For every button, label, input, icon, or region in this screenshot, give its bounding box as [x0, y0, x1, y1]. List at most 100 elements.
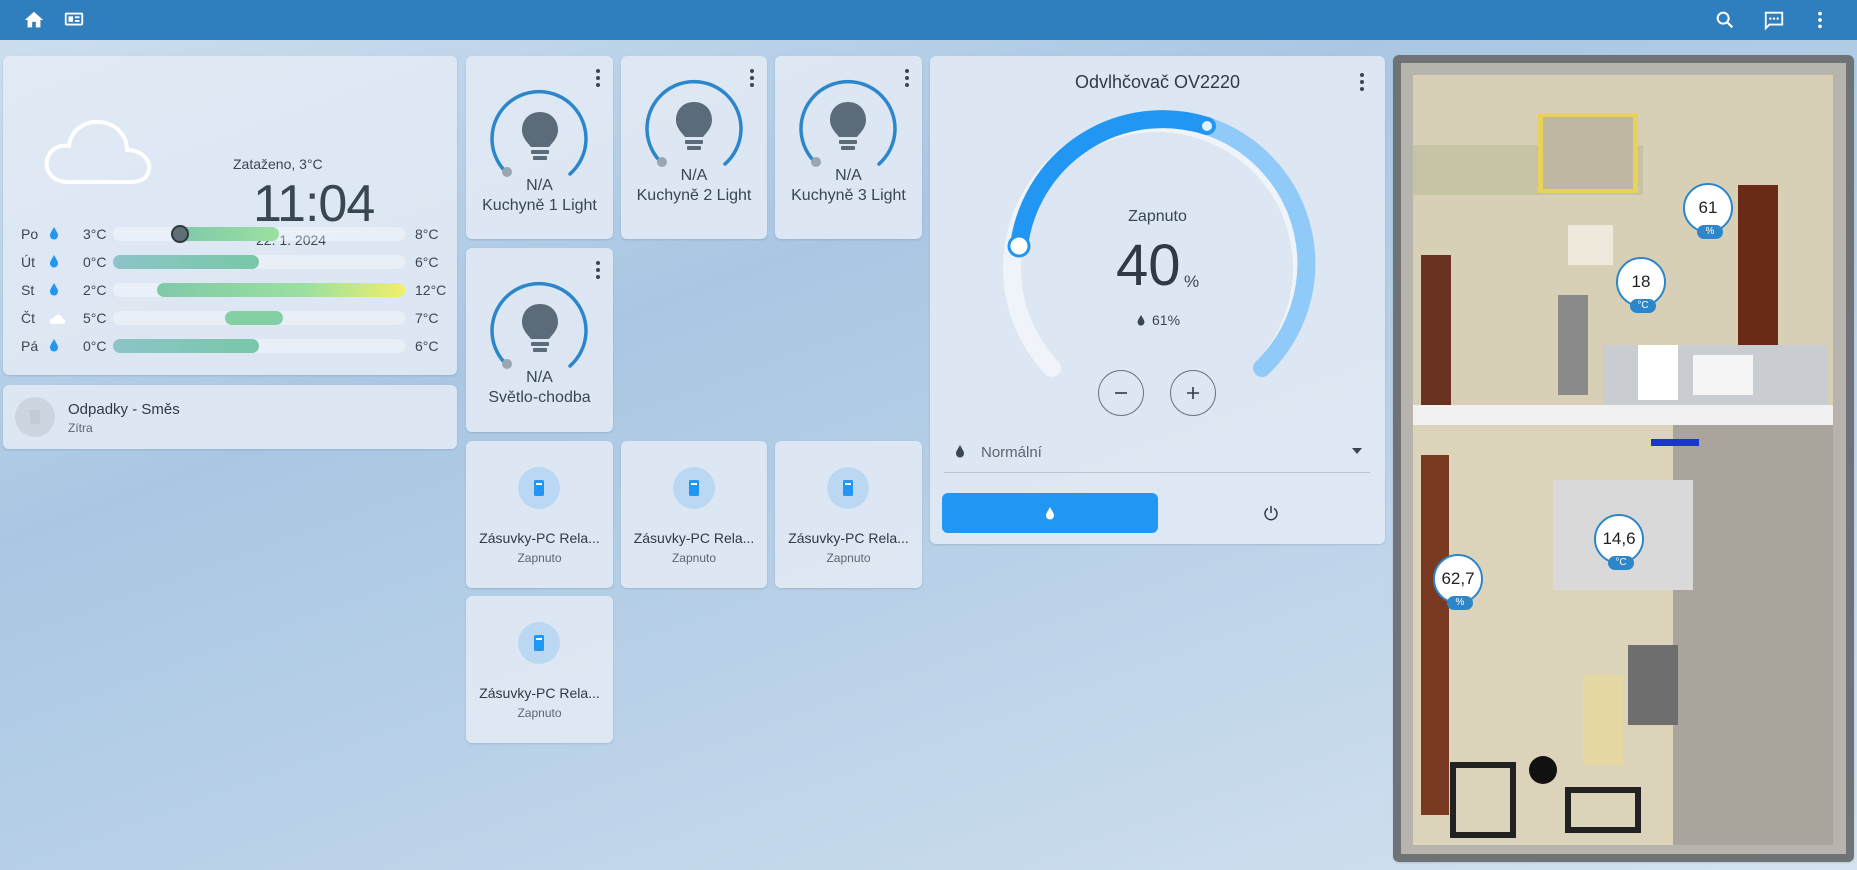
plus-icon	[1187, 387, 1199, 399]
assist-chat-icon[interactable]	[1762, 8, 1786, 32]
sensor-unit: °C	[1608, 556, 1634, 570]
sensor-unit: °C	[1630, 299, 1656, 313]
current-temperature-marker	[171, 225, 189, 243]
more-options-icon[interactable]	[595, 260, 601, 280]
forecast-day: Pá	[21, 338, 39, 354]
temperature-sensor-badge[interactable]: 14,6 °C	[1594, 514, 1644, 570]
power-socket-icon	[827, 467, 869, 509]
dehumidify-mode-button[interactable]	[942, 493, 1158, 533]
light-state: N/A	[526, 177, 553, 194]
forecast-high: 6°C	[415, 338, 439, 354]
light-tile[interactable]: N/A Kuchyně 2 Light	[621, 56, 767, 239]
light-state: N/A	[835, 167, 862, 184]
cloud-icon	[49, 312, 67, 328]
floorplan-image	[1401, 63, 1846, 854]
switch-name: Zásuvky-PC Rela...	[479, 530, 600, 546]
sensor-value: 61	[1698, 198, 1718, 217]
forecast-row: Pá 0°C 6°C	[21, 336, 451, 356]
power-button[interactable]	[1170, 493, 1372, 533]
waste-collection-card[interactable]: Odpadky - Směs Zítra	[3, 385, 457, 449]
weather-condition: Zataženo, 3°C	[233, 156, 323, 172]
rain-drop-icon	[49, 338, 59, 355]
forecast-high: 12°C	[415, 282, 447, 298]
switch-tile[interactable]: Zásuvky-PC Rela... Zapnuto	[466, 596, 613, 743]
trash-can-icon	[15, 397, 55, 437]
cloud-icon	[44, 119, 152, 184]
increase-button[interactable]	[1170, 370, 1216, 416]
forecast-low: 0°C	[83, 338, 107, 354]
search-icon[interactable]	[1713, 8, 1737, 32]
forecast-row: St 2°C 12°C	[21, 280, 451, 300]
temperature-range-bar	[113, 311, 405, 325]
dropdown-arrow-icon	[1352, 448, 1362, 454]
switch-name: Zásuvky-PC Rela...	[788, 530, 909, 546]
forecast-day: Po	[21, 226, 39, 242]
light-name: Kuchyně 1 Light	[482, 197, 597, 214]
light-state: N/A	[526, 369, 553, 386]
light-tile[interactable]: N/A Světlo-chodba	[466, 248, 613, 432]
forecast-row: Út 0°C 6°C	[21, 252, 451, 272]
temperature-sensor-badge[interactable]: 18 °C	[1616, 257, 1666, 313]
slider-handle[interactable]	[1007, 234, 1031, 258]
switch-state: Zapnuto	[517, 706, 562, 720]
sensor-value: 62,7	[1441, 569, 1475, 588]
dehumidifier-state: Zapnuto	[1128, 208, 1187, 225]
forecast-day: Út	[21, 254, 35, 270]
water-percent-icon	[956, 445, 964, 458]
power-socket-icon	[518, 467, 560, 509]
switch-tile[interactable]: Zásuvky-PC Rela... Zapnuto	[466, 441, 613, 588]
dehumidifier-card: Odvlhčovač OV2220 Zapnuto 40 % 61% Normá…	[930, 56, 1385, 544]
decrease-button[interactable]	[1098, 370, 1144, 416]
rain-drop-icon	[49, 226, 59, 243]
switch-tile[interactable]: Zásuvky-PC Rela... Zapnuto	[621, 441, 767, 588]
waste-title: Odpadky - Směs	[68, 401, 180, 418]
rain-drop-icon	[49, 254, 59, 271]
lightbulb-icon	[522, 304, 558, 352]
sensor-unit: %	[1447, 596, 1473, 610]
light-name: Kuchyně 3 Light	[791, 187, 906, 204]
humidity-sensor-badge[interactable]: 62,7 %	[1433, 554, 1483, 610]
switch-name: Zásuvky-PC Rela...	[479, 685, 600, 701]
sensor-value: 18	[1631, 272, 1651, 291]
switch-state: Zapnuto	[826, 551, 871, 565]
forecast-day: St	[21, 282, 35, 298]
forecast-low: 5°C	[83, 310, 107, 326]
switch-state: Zapnuto	[671, 551, 717, 565]
switch-tile[interactable]: Zásuvky-PC Rela... Zapnuto	[775, 441, 922, 588]
switch-state: Zapnuto	[517, 551, 562, 565]
forecast-high: 7°C	[415, 310, 439, 326]
mode-select[interactable]: Normální	[944, 434, 1370, 473]
current-humidity: 61%	[1136, 312, 1180, 328]
light-name: Kuchyně 2 Light	[636, 187, 752, 204]
sensor-value: 14,6	[1602, 529, 1636, 548]
more-options-icon[interactable]	[749, 68, 755, 88]
light-name: Světlo-chodba	[488, 389, 591, 406]
light-tile[interactable]: N/A Kuchyně 3 Light	[775, 56, 922, 239]
overflow-menu-icon[interactable]	[1808, 8, 1832, 32]
forecast-row: Po 3°C 8°C	[21, 224, 451, 244]
forecast-day: Čt	[21, 310, 35, 326]
current-humidity-value: 61%	[1152, 312, 1181, 328]
home-icon[interactable]	[22, 8, 46, 32]
waste-subtitle: Zítra	[68, 421, 93, 435]
power-socket-icon	[673, 467, 715, 509]
more-options-icon[interactable]	[595, 68, 601, 88]
forecast-row: Čt 5°C 7°C	[21, 308, 451, 328]
dehumidifier-title: Odvlhčovač OV2220	[1074, 72, 1241, 92]
humidity-sensor-badge[interactable]: 61 %	[1683, 183, 1733, 239]
water-percent-icon	[1137, 314, 1145, 326]
target-humidity-value: 40	[1116, 233, 1181, 298]
target-humidity-unit: %	[1184, 272, 1200, 291]
forecast-low: 3°C	[83, 226, 107, 242]
more-options-icon[interactable]	[904, 68, 910, 88]
light-tile[interactable]: N/A Kuchyně 1 Light	[466, 56, 613, 239]
weather-forecast-card[interactable]: Zataženo, 3°C 11:04 22. 1. 2024 Po 3°C 8…	[3, 56, 457, 375]
power-socket-icon	[518, 622, 560, 664]
lightbulb-icon	[676, 102, 712, 150]
more-options-icon[interactable]	[1359, 72, 1365, 92]
temperature-range-bar	[113, 283, 405, 297]
forecast-high: 8°C	[415, 226, 439, 242]
dashboard-view-icon[interactable]	[62, 8, 86, 32]
power-icon	[1264, 506, 1278, 521]
forecast-high: 6°C	[415, 254, 439, 270]
